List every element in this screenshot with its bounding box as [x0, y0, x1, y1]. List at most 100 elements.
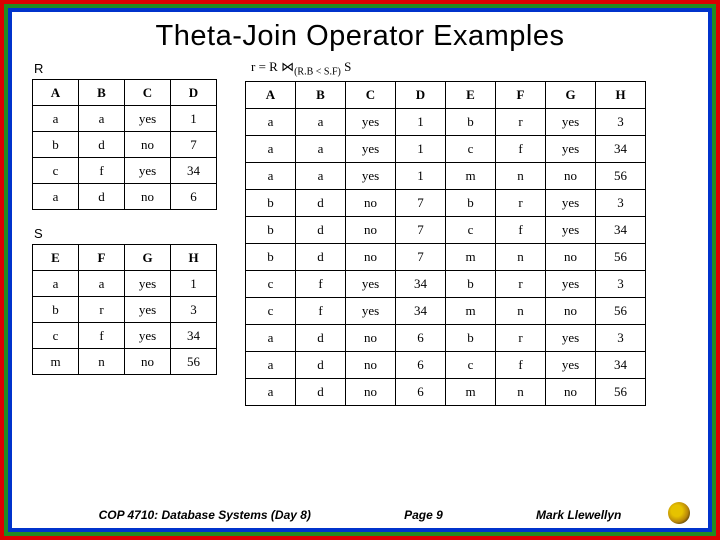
- cell: 1: [396, 108, 446, 135]
- col-header: A: [33, 80, 79, 106]
- col-header: H: [596, 81, 646, 108]
- cell: yes: [346, 297, 396, 324]
- cell: c: [33, 323, 79, 349]
- cell: c: [33, 158, 79, 184]
- cell: no: [346, 243, 396, 270]
- cell: 1: [171, 271, 217, 297]
- cell: c: [246, 297, 296, 324]
- cell: no: [346, 378, 396, 405]
- col-header: E: [446, 81, 496, 108]
- table-row: bdno7: [33, 132, 217, 158]
- label-R: R: [34, 61, 217, 76]
- table-row: aayes1: [33, 106, 217, 132]
- cell: n: [79, 349, 125, 375]
- cell: a: [246, 324, 296, 351]
- table-row: bryes3: [33, 297, 217, 323]
- table-row: aayes1mnno56: [246, 162, 646, 189]
- left-column: R ABCDaayes1bdno7cfyes34adno6 S EFGHaaye…: [32, 59, 217, 406]
- slide-title: Theta-Join Operator Examples: [26, 20, 694, 53]
- table-row: adno6: [33, 184, 217, 210]
- table-S: EFGHaayes1bryes3cfyes34mnno56: [32, 244, 217, 375]
- table-row: cfyes34: [33, 323, 217, 349]
- cell: 3: [596, 108, 646, 135]
- cell: d: [296, 378, 346, 405]
- cell: 6: [171, 184, 217, 210]
- col-header: G: [125, 245, 171, 271]
- cell: 34: [596, 351, 646, 378]
- cell: a: [246, 351, 296, 378]
- cell: yes: [125, 297, 171, 323]
- col-header: D: [171, 80, 217, 106]
- cell: n: [496, 162, 546, 189]
- table-row: aayes1bryes3: [246, 108, 646, 135]
- cell: 34: [396, 297, 446, 324]
- cell: a: [33, 106, 79, 132]
- cell: d: [79, 132, 125, 158]
- cell: 6: [396, 351, 446, 378]
- join-suffix: S: [341, 59, 351, 74]
- right-column: r = R ⋈(R.B < S.F) S ABCDEFGHaayes1bryes…: [245, 59, 688, 406]
- cell: yes: [346, 108, 396, 135]
- table-row: cfyes34bryes3: [246, 270, 646, 297]
- cell: 3: [171, 297, 217, 323]
- cell: no: [346, 324, 396, 351]
- cell: r: [496, 108, 546, 135]
- table-row: aayes1: [33, 271, 217, 297]
- cell: r: [496, 189, 546, 216]
- cell: 1: [171, 106, 217, 132]
- cell: yes: [125, 106, 171, 132]
- cell: no: [125, 349, 171, 375]
- cell: yes: [546, 324, 596, 351]
- cell: b: [446, 108, 496, 135]
- cell: 3: [596, 324, 646, 351]
- cell: c: [446, 216, 496, 243]
- cell: a: [296, 162, 346, 189]
- cell: a: [33, 271, 79, 297]
- col-header: D: [396, 81, 446, 108]
- label-S: S: [34, 226, 217, 241]
- table-result: ABCDEFGHaayes1bryes3aayes1cfyes34aayes1m…: [245, 81, 646, 406]
- cell: b: [446, 324, 496, 351]
- col-header: E: [33, 245, 79, 271]
- cell: n: [496, 378, 546, 405]
- col-header: B: [79, 80, 125, 106]
- cell: 56: [596, 243, 646, 270]
- col-header: H: [171, 245, 217, 271]
- cell: b: [246, 189, 296, 216]
- cell: m: [33, 349, 79, 375]
- footer-center: Page 9: [404, 508, 443, 522]
- ucf-logo-icon: [668, 502, 690, 524]
- cell: d: [79, 184, 125, 210]
- cell: yes: [546, 216, 596, 243]
- cell: 56: [171, 349, 217, 375]
- join-prefix: r = R ⋈: [251, 59, 294, 74]
- cell: 3: [596, 270, 646, 297]
- cell: yes: [546, 189, 596, 216]
- cell: yes: [125, 158, 171, 184]
- cell: f: [496, 351, 546, 378]
- cell: c: [246, 270, 296, 297]
- slide-inner-border: Theta-Join Operator Examples R ABCDaayes…: [8, 8, 712, 532]
- table-row: mnno56: [33, 349, 217, 375]
- table-row: bdno7bryes3: [246, 189, 646, 216]
- cell: b: [33, 132, 79, 158]
- cell: no: [125, 184, 171, 210]
- cell: yes: [125, 271, 171, 297]
- cell: a: [79, 106, 125, 132]
- cell: 7: [171, 132, 217, 158]
- cell: 6: [396, 378, 446, 405]
- table-row: adno6cfyes34: [246, 351, 646, 378]
- cell: n: [496, 243, 546, 270]
- cell: f: [296, 270, 346, 297]
- cell: d: [296, 216, 346, 243]
- slide-content: R ABCDaayes1bdno7cfyes34adno6 S EFGHaaye…: [26, 59, 694, 406]
- slide-outer-border: Theta-Join Operator Examples R ABCDaayes…: [0, 0, 720, 540]
- col-header: B: [296, 81, 346, 108]
- cell: a: [246, 108, 296, 135]
- cell: 34: [596, 135, 646, 162]
- table-row: cfyes34: [33, 158, 217, 184]
- cell: 7: [396, 189, 446, 216]
- cell: f: [79, 323, 125, 349]
- cell: 56: [596, 297, 646, 324]
- table-row: adno6mnno56: [246, 378, 646, 405]
